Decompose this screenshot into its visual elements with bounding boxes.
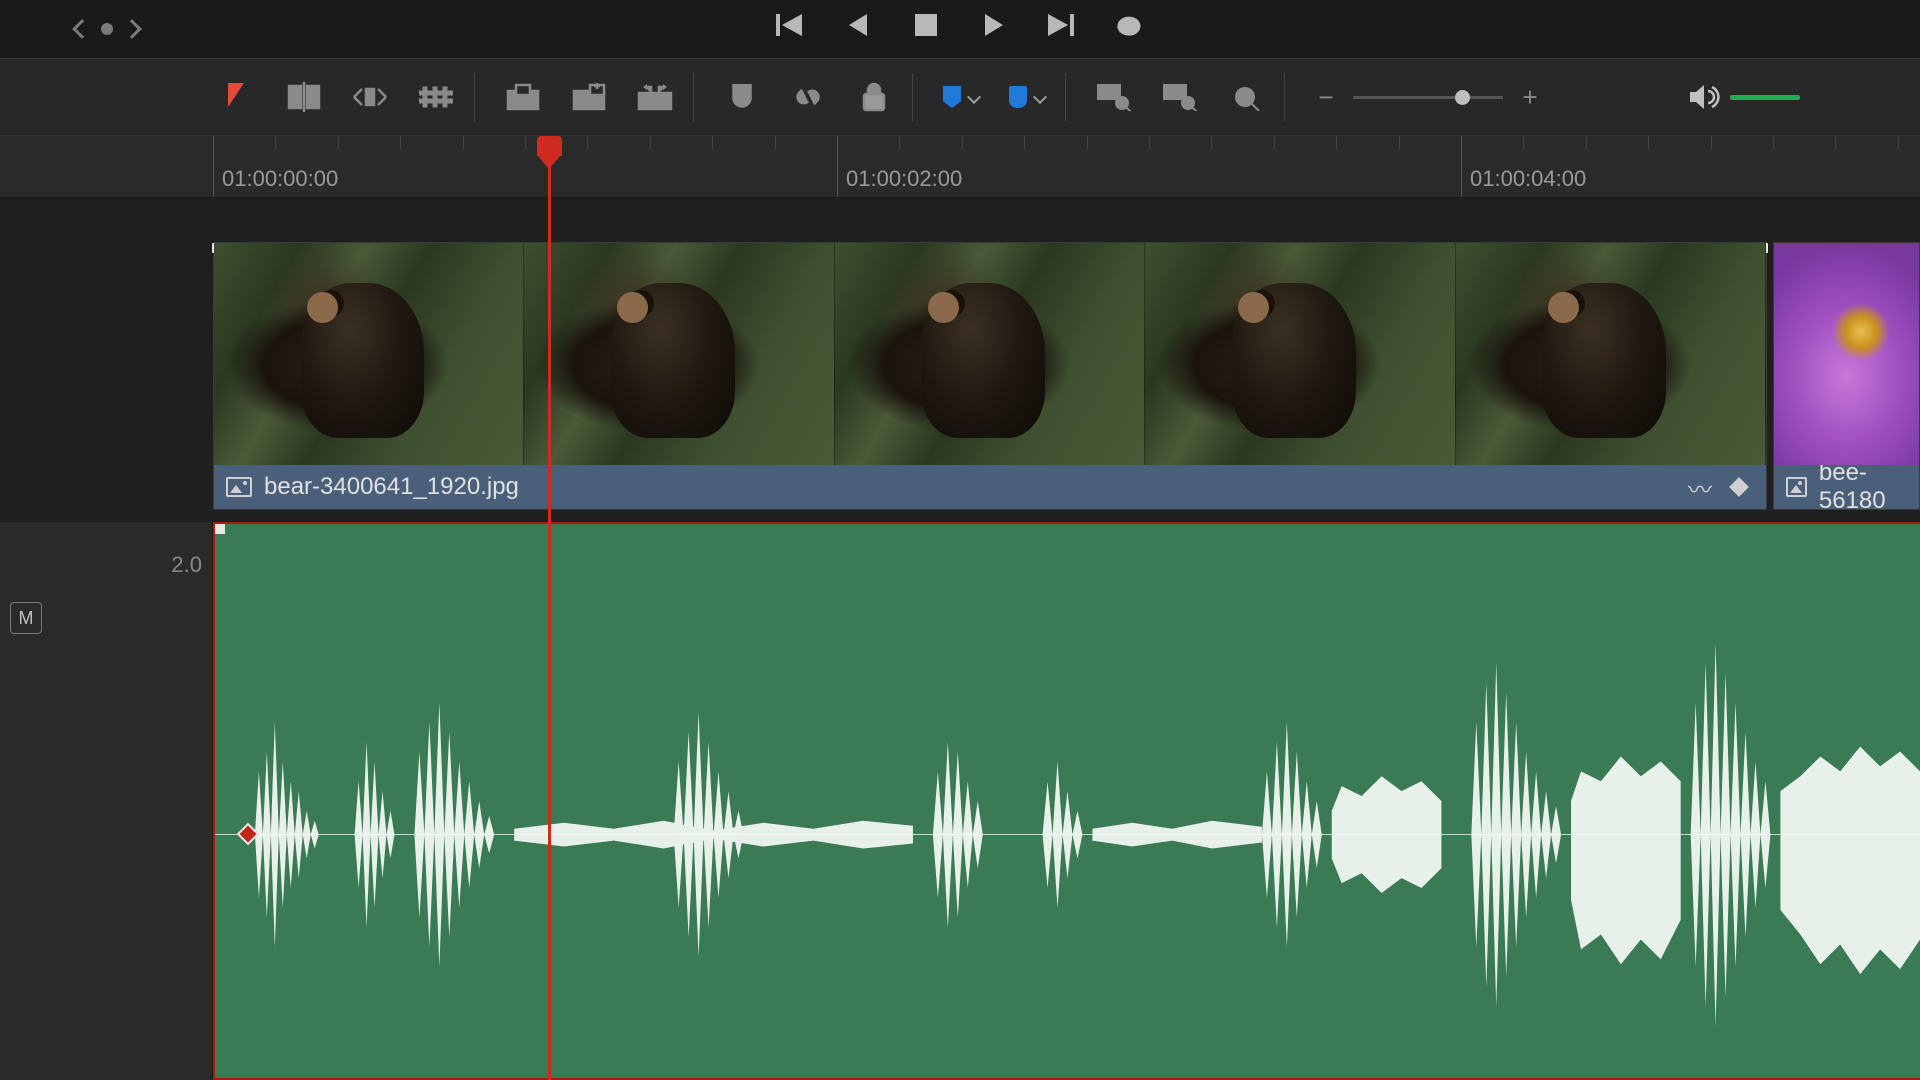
volume-meter — [1690, 83, 1800, 111]
marker-icon — [1009, 86, 1027, 108]
dynamic-trim-tool[interactable] — [352, 79, 388, 115]
audio-track: 2.0 M — [0, 522, 1920, 1080]
video-clip-bear[interactable]: bear-3400641_1920.jpg 〰 — [213, 242, 1767, 510]
ruler-label: 01:00:04:00 — [1470, 166, 1586, 192]
clip-thumbnail — [214, 243, 524, 465]
lock-button[interactable] — [856, 79, 892, 115]
flag-button[interactable] — [943, 79, 979, 115]
mute-button[interactable]: M — [10, 602, 42, 634]
flag-icon — [943, 86, 961, 108]
video-clip-bee[interactable]: bee-56180 — [1773, 242, 1920, 510]
audio-track-header: 2.0 M — [0, 522, 213, 1080]
prev-page-icon[interactable] — [72, 19, 92, 39]
step-back-button[interactable] — [843, 10, 873, 40]
clip-label-bar: bear-3400641_1920.jpg 〰 — [214, 465, 1766, 509]
zoom-slider[interactable]: − + — [1315, 82, 1541, 113]
marker-button[interactable] — [1009, 79, 1045, 115]
clip-thumbnail — [1456, 243, 1766, 465]
audio-center-line — [215, 834, 1920, 835]
last-frame-button[interactable] — [1047, 10, 1077, 40]
image-icon — [226, 477, 252, 497]
ruler-label: 01:00:00:00 — [222, 166, 338, 192]
selection-tool[interactable] — [220, 79, 256, 115]
timeline-ruler[interactable]: 01:00:00:00 01:00:02:00 01:00:04:00 — [0, 136, 1920, 198]
insert-tool[interactable] — [505, 79, 541, 115]
clip-thumbnail — [835, 243, 1145, 465]
replace-tool[interactable] — [637, 79, 673, 115]
clip-filename: bee-56180 — [1819, 459, 1907, 515]
clip-thumbnail — [1145, 243, 1455, 465]
clip-filename: bear-3400641_1920.jpg — [264, 473, 519, 501]
page-dot — [101, 23, 113, 35]
clip-thumbnail — [1774, 243, 1919, 465]
timeline-toolbar: − + — [0, 58, 1920, 136]
chevron-down-icon — [967, 90, 981, 104]
zoom-thumb[interactable] — [1455, 90, 1470, 105]
keyframe-icon[interactable] — [1729, 477, 1749, 497]
transport-controls — [775, 10, 1145, 40]
snap-button[interactable] — [724, 79, 760, 115]
zoom-out-button[interactable]: − — [1315, 82, 1337, 113]
stop-button[interactable] — [911, 10, 941, 40]
speaker-icon — [1690, 83, 1720, 111]
first-frame-button[interactable] — [775, 10, 805, 40]
nav-buttons — [0, 22, 139, 36]
chevron-down-icon — [1033, 90, 1047, 104]
zoom-track[interactable] — [1353, 96, 1503, 99]
video-track: bear-3400641_1920.jpg 〰 bee-56180 — [213, 242, 1920, 510]
audio-clip[interactable] — [213, 522, 1920, 1080]
waveform — [215, 524, 1920, 1078]
image-icon — [1786, 477, 1807, 497]
overwrite-tool[interactable] — [571, 79, 607, 115]
zoom-detail-button[interactable] — [1162, 79, 1198, 115]
ruler-label: 01:00:02:00 — [846, 166, 962, 192]
transport-bar — [0, 0, 1920, 58]
audio-db-label: 2.0 — [171, 552, 202, 578]
play-button[interactable] — [979, 10, 1009, 40]
zoom-full-button[interactable] — [1096, 79, 1132, 115]
zoom-in-button[interactable]: + — [1519, 82, 1541, 113]
volume-level — [1730, 95, 1800, 100]
playhead[interactable] — [548, 136, 551, 1080]
retime-curve-icon[interactable]: 〰 — [1688, 470, 1712, 505]
blade-tool[interactable] — [418, 79, 454, 115]
clip-thumbnail — [524, 243, 834, 465]
zoom-custom-button[interactable] — [1228, 79, 1264, 115]
trim-tool[interactable] — [286, 79, 322, 115]
clip-label-bar: bee-56180 — [1774, 465, 1919, 509]
loop-button[interactable] — [1115, 10, 1145, 40]
link-button[interactable] — [790, 79, 826, 115]
next-page-icon[interactable] — [122, 19, 142, 39]
